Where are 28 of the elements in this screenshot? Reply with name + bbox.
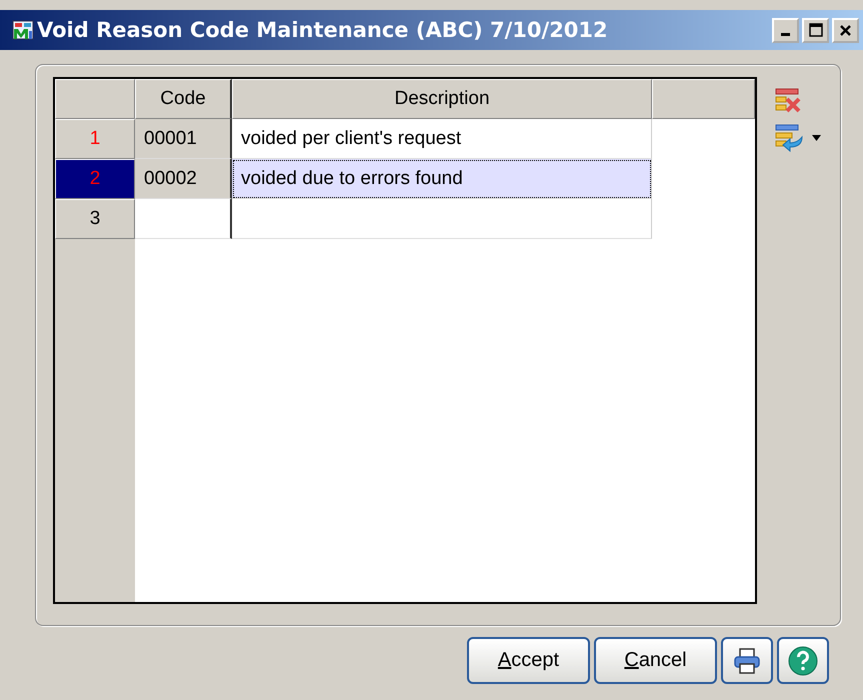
maximize-button[interactable] (802, 18, 829, 42)
table-cell[interactable]: voided due to errors found (232, 159, 652, 199)
table-cell[interactable] (232, 199, 652, 239)
delete-rows-icon[interactable] (774, 87, 802, 115)
table-cell: 00002 (135, 159, 232, 199)
close-button[interactable] (832, 18, 859, 42)
maximize-icon (808, 23, 822, 37)
window-title: Void Reason Code Maintenance (ABC) 7/10/2012 (37, 18, 609, 42)
app-logo-icon (12, 19, 34, 41)
help-button[interactable] (777, 637, 829, 684)
rows-arrow-icon[interactable] (774, 123, 804, 153)
dialog-button[interactable]: Accept (467, 637, 590, 684)
column-header[interactable]: Code (135, 79, 232, 119)
row-number: 2 (90, 168, 100, 190)
minimize-icon (781, 32, 790, 36)
table-cell: 00001 (135, 119, 232, 159)
row-header[interactable]: 3 (55, 199, 135, 239)
print-button[interactable] (721, 637, 773, 684)
row-number: 3 (90, 208, 100, 230)
row-number: 1 (90, 128, 100, 150)
printer-icon (732, 646, 762, 676)
row-header[interactable]: 2 (55, 159, 135, 199)
close-icon (839, 24, 852, 36)
minimize-button[interactable] (772, 18, 799, 42)
column-header[interactable]: Description (232, 79, 652, 119)
help-icon (787, 644, 819, 676)
caret-icon[interactable] (812, 135, 821, 141)
dialog-button[interactable]: Cancel (594, 637, 717, 684)
